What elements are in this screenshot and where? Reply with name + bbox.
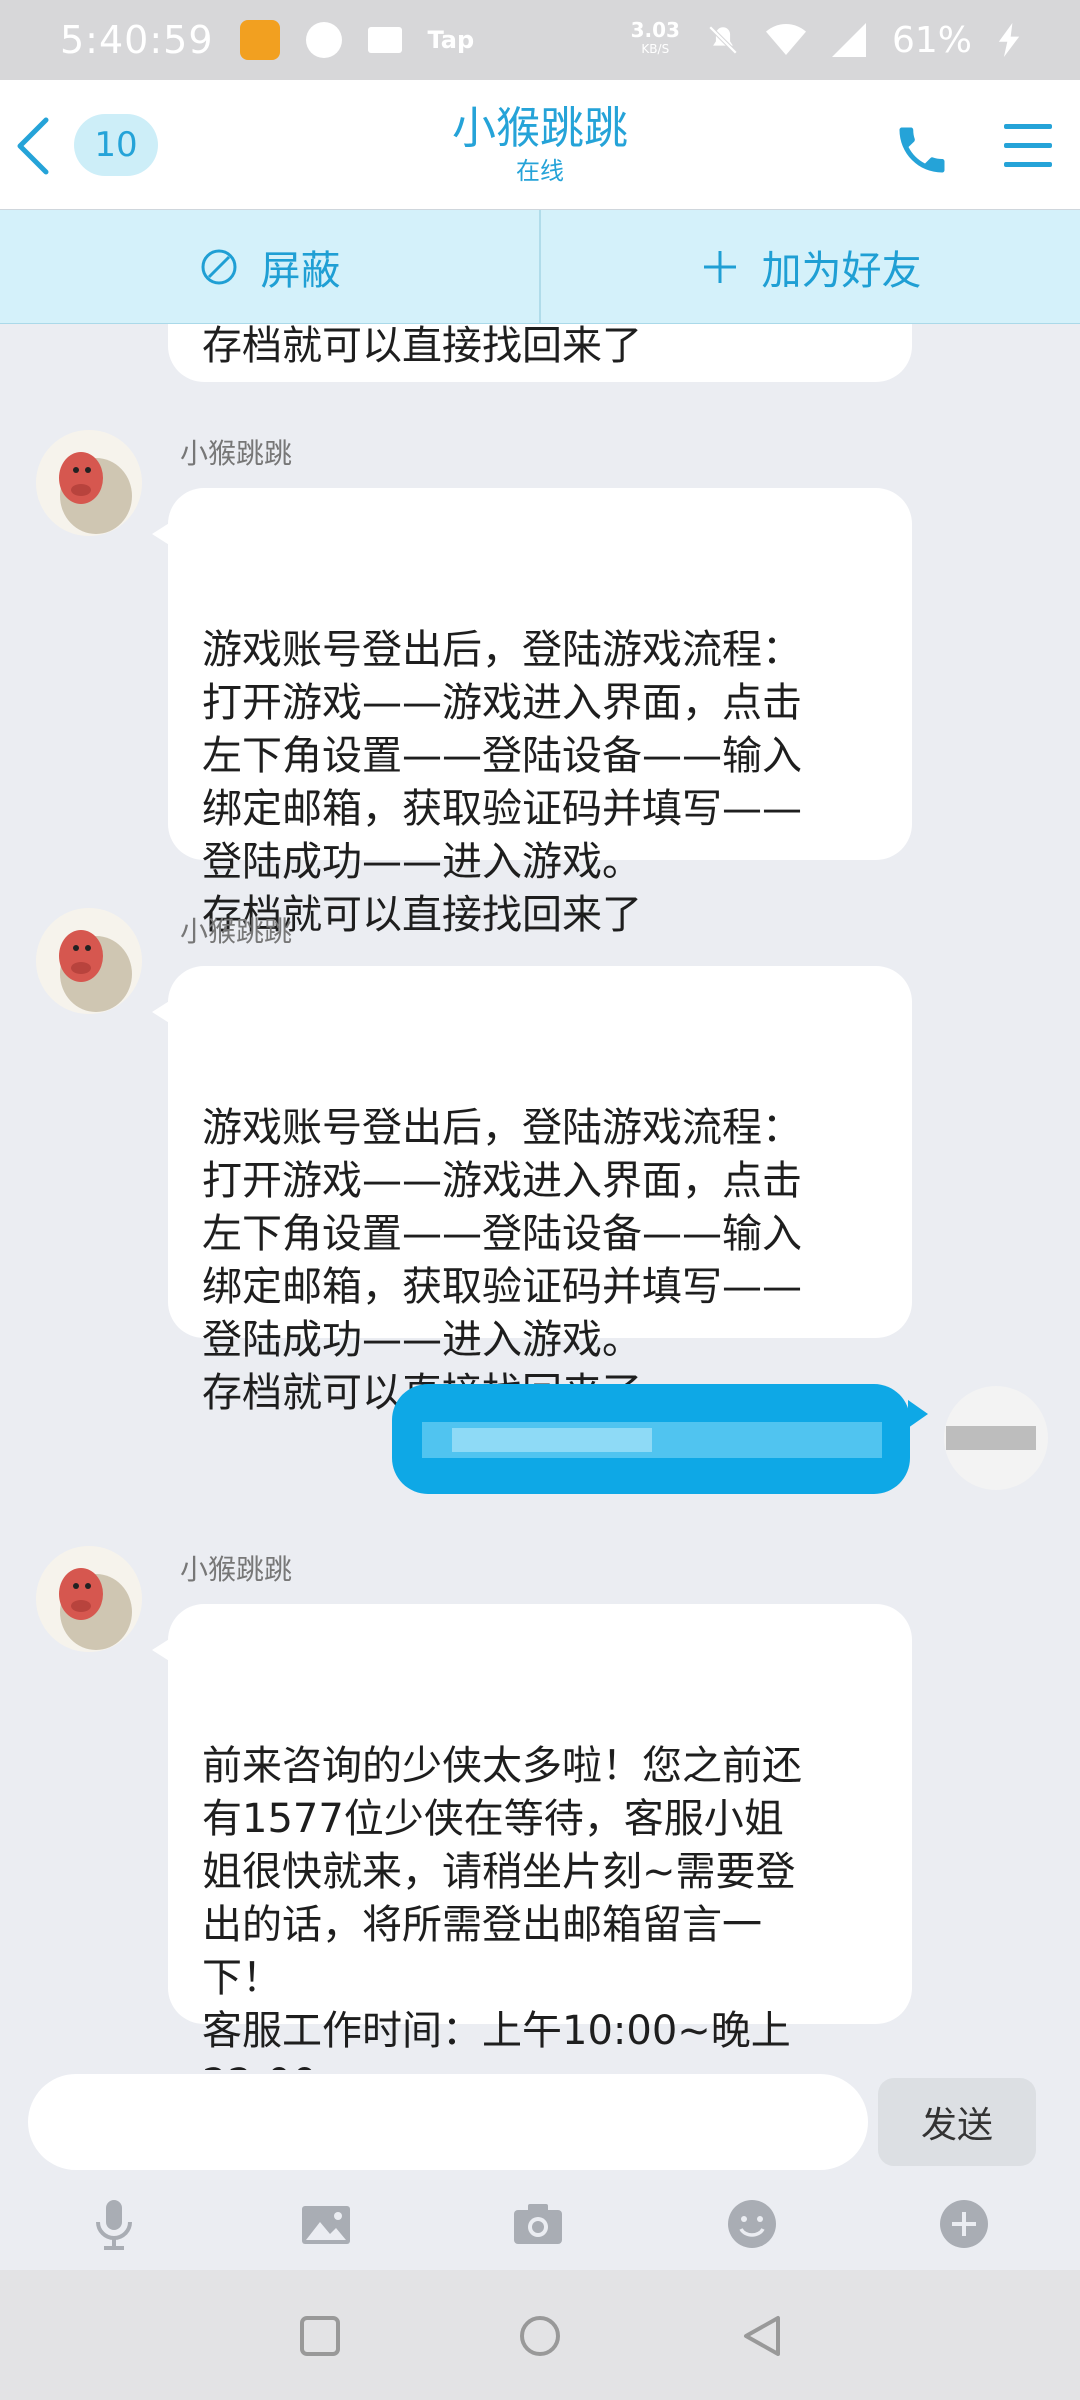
hamburger-menu-icon[interactable]	[1004, 124, 1052, 168]
battery-level: 61%	[891, 19, 972, 61]
unread-count-badge[interactable]: 10	[74, 114, 158, 176]
image-icon[interactable]	[296, 2194, 356, 2254]
emoji-icon[interactable]	[722, 2194, 782, 2254]
block-icon	[201, 249, 236, 284]
stranger-action-bar: 屏蔽 加为好友	[0, 210, 1080, 324]
send-button[interactable]: 发送	[878, 2078, 1036, 2166]
message-list[interactable]: 存档就可以直接找回来了 小猴跳跳 游戏账号登出后，登陆游戏流程： 打开游戏——游…	[0, 324, 1080, 2070]
monkey-avatar-icon	[36, 1546, 142, 1652]
plus-circle-icon[interactable]	[934, 2194, 994, 2254]
chat-title: 小猴跳跳	[452, 103, 628, 154]
status-time: 5:40:59	[60, 18, 214, 62]
sender-name: 小猴跳跳	[180, 437, 293, 470]
block-label: 屏蔽	[260, 247, 341, 294]
mute-icon	[708, 25, 738, 55]
home-icon[interactable]	[514, 2310, 566, 2362]
plus-icon	[703, 250, 736, 283]
sender-avatar[interactable]	[36, 1546, 142, 1652]
message-input[interactable]	[28, 2074, 868, 2170]
message-bubble[interactable]: 游戏账号登出后，登陆游戏流程： 打开游戏——游戏进入界面，点击 左下角设置——登…	[168, 966, 912, 1416]
system-navigation-bar	[0, 2270, 1080, 2400]
app-notification-icon	[239, 20, 280, 60]
mail-notification-icon	[367, 27, 402, 53]
chat-title-block[interactable]: 小猴跳跳 在线	[340, 102, 740, 186]
message-text: 游戏账号登出后，登陆游戏流程： 打开游戏——游戏进入界面，点击 左下角设置——登…	[202, 1105, 802, 1416]
message-text: 存档就可以直接找回来了	[202, 324, 642, 369]
status-bar: 5:40:59 Tap 3.03 KB/S 61%	[0, 0, 1080, 80]
message-notification-icon	[305, 22, 342, 58]
add-friend-button[interactable]: 加为好友	[541, 210, 1080, 323]
my-message-bubble-redacted[interactable]	[392, 1384, 910, 1494]
charging-icon	[998, 23, 1020, 57]
notification-icons: Tap	[239, 20, 475, 60]
system-icons: 3.03 KB/S 61%	[631, 20, 1020, 61]
my-avatar[interactable]	[944, 1386, 1048, 1490]
sender-avatar[interactable]	[36, 430, 142, 536]
signal-icon	[831, 23, 866, 57]
wifi-icon	[765, 24, 806, 55]
recents-icon[interactable]	[294, 2310, 346, 2362]
monkey-avatar-icon	[36, 430, 142, 536]
chat-header: 10 小猴跳跳 在线	[0, 80, 1080, 210]
network-speed: 3.03 KB/S	[630, 18, 680, 56]
phone-icon[interactable]	[892, 120, 952, 180]
message-bubble[interactable]: 游戏账号登出后，登陆游戏流程： 打开游戏——游戏进入界面，点击 左下角设置——登…	[168, 488, 912, 938]
sender-name: 小猴跳跳	[180, 1553, 293, 1586]
message-text: 前来咨询的少侠太多啦！您之前还 有1577位少侠在等待，客服小姐 姐很快就来，请…	[202, 1743, 802, 2070]
message-bubble[interactable]: 存档就可以直接找回来了	[168, 324, 912, 382]
block-button[interactable]: 屏蔽	[0, 210, 539, 323]
message-bubble[interactable]: 前来咨询的少侠太多啦！您之前还 有1577位少侠在等待，客服小姐 姐很快就来，请…	[168, 1604, 912, 2070]
sender-name: 小猴跳跳	[180, 915, 293, 948]
microphone-icon[interactable]	[84, 2194, 144, 2254]
bubble-tail	[908, 1400, 928, 1428]
monkey-avatar-icon	[36, 908, 142, 1014]
composer: 发送	[0, 2070, 1080, 2180]
back-nav-icon[interactable]	[736, 2310, 788, 2362]
message-text: 游戏账号登出后，登陆游戏流程： 打开游戏——游戏进入界面，点击 左下角设置——登…	[202, 627, 802, 938]
tap-notification-icon: Tap	[427, 26, 475, 54]
camera-icon[interactable]	[508, 2194, 568, 2254]
add-friend-label: 加为好友	[761, 247, 922, 294]
sender-avatar[interactable]	[36, 908, 142, 1014]
chevron-left-icon[interactable]	[12, 114, 56, 178]
online-status: 在线	[516, 157, 564, 185]
composer-toolbar	[0, 2180, 1080, 2270]
